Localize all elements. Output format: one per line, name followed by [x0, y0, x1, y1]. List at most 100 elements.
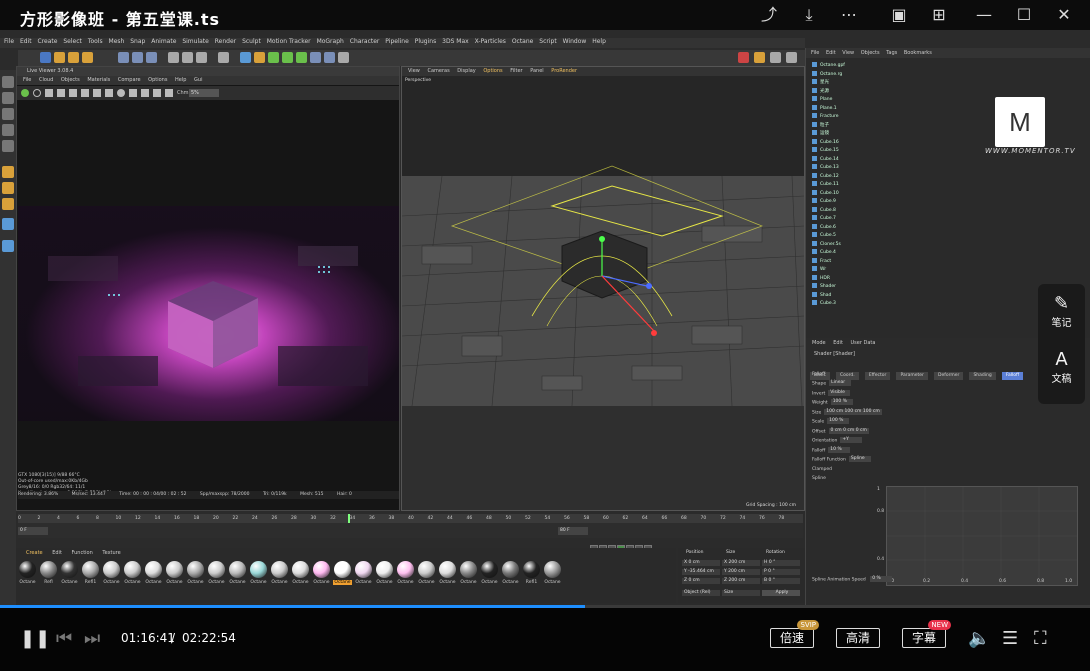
object-row[interactable]: Cube.13 — [812, 164, 892, 171]
notes-button[interactable]: ✎ 笔记 — [1038, 294, 1085, 330]
pause-icon[interactable] — [45, 89, 53, 97]
menu-item[interactable]: X-Particles — [475, 38, 506, 45]
end-frame-field[interactable]: 80 F — [558, 527, 588, 535]
lv-menu-item[interactable]: Help — [175, 77, 186, 83]
vp-menu-item[interactable]: Options — [483, 68, 502, 74]
object-row[interactable]: Shader — [812, 283, 892, 290]
deformer-icon[interactable] — [296, 52, 307, 63]
menu-item[interactable]: Snap — [130, 38, 145, 45]
texture-icon[interactable] — [129, 89, 137, 97]
material-swatch[interactable]: Octane — [123, 561, 142, 591]
z-axis-icon[interactable] — [146, 52, 157, 63]
material-swatch[interactable]: Refl1 — [522, 561, 541, 591]
material-swatch[interactable]: Octane — [501, 561, 520, 591]
object-row[interactable]: Cube.5 — [812, 232, 892, 239]
object-row[interactable]: Cube.14 — [812, 155, 892, 163]
object-row[interactable]: 星光 — [812, 79, 892, 86]
attribute-value[interactable]: 0 cm 0 cm 0 cm — [828, 427, 869, 434]
menu-item[interactable]: File — [4, 38, 14, 45]
object-row[interactable]: Cube.16 — [812, 138, 892, 146]
material-swatch[interactable]: Octane — [291, 561, 310, 591]
object-row[interactable]: Cube.11 — [812, 181, 892, 188]
am-menu-item[interactable]: User Data — [851, 340, 876, 346]
octane-icon[interactable] — [218, 52, 229, 63]
workplane-left-icon[interactable] — [2, 218, 14, 230]
object-row[interactable]: 光源 — [812, 87, 892, 95]
position-x-field[interactable]: X 0 cm — [682, 560, 720, 566]
menu-item[interactable]: Animate — [151, 38, 176, 45]
lock-region-icon[interactable] — [69, 89, 77, 97]
magnet-icon[interactable] — [2, 182, 14, 194]
render-view-icon[interactable] — [168, 52, 179, 63]
vp-menu-item[interactable]: Display — [457, 68, 475, 74]
render-settings-icon[interactable] — [196, 52, 207, 63]
transcript-button[interactable]: A 文稿 — [1038, 350, 1085, 386]
vp-menu-item[interactable]: Cameras — [427, 68, 449, 74]
object-row[interactable]: Plane.1 — [812, 104, 892, 112]
rotate-tool-icon[interactable] — [68, 52, 79, 63]
send-scene-icon[interactable] — [21, 89, 29, 97]
object-row[interactable]: Cube.7 — [812, 215, 892, 222]
menu-item[interactable]: Character — [350, 38, 380, 45]
attribute-value[interactable]: 100 % — [830, 399, 853, 405]
material-swatch[interactable]: Octane — [354, 561, 373, 591]
current-frame-field[interactable]: 0 F — [18, 527, 48, 535]
next-icon[interactable]: ⏭ — [84, 629, 100, 649]
tab-shading[interactable]: Shading — [969, 372, 996, 380]
object-row[interactable]: Plane — [812, 96, 892, 103]
rotation-h-field[interactable]: H 0 ° — [762, 560, 800, 566]
tab-parameter[interactable]: Parameter — [896, 372, 928, 380]
object-row[interactable]: Octane.rg — [812, 70, 892, 78]
workplane-icon[interactable] — [770, 52, 781, 63]
pause-button-icon[interactable]: ❚❚ — [20, 629, 50, 649]
snapping-icon[interactable] — [2, 166, 14, 178]
camera-icon[interactable] — [324, 52, 335, 63]
object-row[interactable]: Cube.8 — [812, 206, 892, 214]
lv-menu-item[interactable]: Compare — [118, 77, 141, 83]
timeline-ruler[interactable]: 0 2 4 6 8 10 12 14 16 18 20 22 24 26 28 30 32 34 36 38 40 42 4… — [18, 514, 803, 523]
speed-button[interactable]: 倍速 SVIP — [770, 620, 819, 648]
pip-icon[interactable]: ▣ — [889, 5, 909, 25]
om-menu-item[interactable]: Edit — [826, 50, 836, 56]
mm-menu-item[interactable]: Texture — [102, 550, 120, 556]
vp-menu-item[interactable]: Filter — [510, 68, 522, 74]
size-y-field[interactable]: Y 200 cm — [722, 569, 760, 575]
size-mode-select[interactable]: Size — [722, 590, 760, 596]
coord-mode-select[interactable]: Object (Rel) — [682, 590, 720, 596]
attribute-value[interactable]: +Y — [840, 437, 863, 443]
om-menu-item[interactable]: View — [842, 50, 854, 56]
spline-anim-field[interactable]: 0 % — [870, 576, 893, 582]
quality-button[interactable]: 高清 — [836, 628, 880, 648]
attribute-value[interactable]: 10 % — [828, 446, 851, 453]
texture-mode-icon[interactable] — [2, 92, 14, 104]
material-swatch[interactable]: Octane — [417, 561, 436, 591]
volume-icon[interactable]: 🔈 — [968, 629, 990, 649]
position-y-field[interactable]: Y -35.464 cm — [682, 569, 720, 575]
om-menu-item[interactable]: File — [811, 50, 819, 56]
object-row[interactable]: Cube.4 — [812, 249, 892, 256]
material-swatch[interactable]: Octane — [165, 561, 184, 591]
grid-tool-icon[interactable] — [165, 89, 173, 97]
rotation-b-field[interactable]: B 0 ° — [762, 578, 800, 584]
material-swatch[interactable]: Octane — [60, 561, 79, 591]
object-row[interactable]: Octane.gpf — [812, 62, 892, 69]
timeline[interactable]: 0 2 4 6 8 10 12 14 16 18 20 22 24 26 28 30 32 34 36 38 40 42 4… — [18, 514, 803, 538]
material-swatch[interactable]: Refl1 — [81, 561, 100, 591]
position-z-field[interactable]: Z 0 cm — [682, 578, 720, 584]
menu-item[interactable]: Sculpt — [242, 38, 261, 45]
fullscreen-icon[interactable]: ⛶ — [1034, 629, 1047, 649]
refresh-icon[interactable] — [33, 89, 41, 97]
minimize-icon[interactable]: — — [974, 5, 994, 25]
om-menu-item[interactable]: Tags — [886, 50, 897, 56]
material-swatch[interactable]: Octane — [102, 561, 121, 591]
am-menu-item[interactable]: Edit — [833, 340, 843, 346]
vp-menu-item[interactable]: View — [408, 68, 420, 74]
material-swatch[interactable]: Octane — [375, 561, 394, 591]
menu-item[interactable]: Script — [539, 38, 556, 45]
tab-coord[interactable]: Coord. — [836, 372, 859, 380]
apply-button[interactable]: Apply — [762, 590, 800, 596]
menu-item[interactable]: Create — [38, 38, 58, 45]
camera-tool-icon[interactable] — [153, 89, 161, 97]
spline-graph[interactable]: 1 0.8 0.4 0.0 0.2 0.4 0.6 0.8 1.0 — [877, 486, 1078, 586]
am-menu-item[interactable]: Mode — [812, 340, 826, 346]
